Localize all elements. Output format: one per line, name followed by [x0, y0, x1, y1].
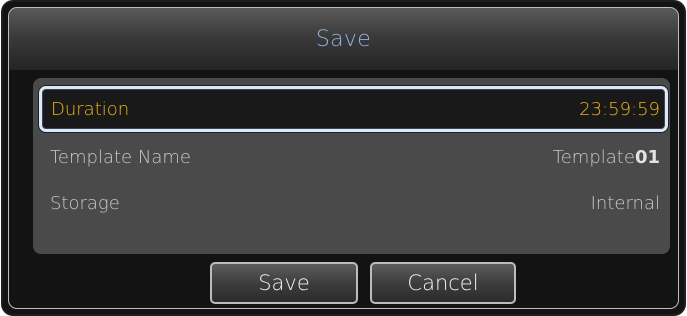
- template-name-value: Template01: [553, 147, 660, 168]
- settings-panel: Duration 23:59:59 Template Name Template…: [33, 78, 670, 254]
- cancel-button[interactable]: Cancel: [370, 262, 516, 304]
- duration-value: 23:59:59: [579, 98, 660, 120]
- duration-row[interactable]: Duration 23:59:59: [39, 86, 668, 132]
- dialog-title: Save: [315, 26, 372, 52]
- template-name-row[interactable]: Template Name Template01: [33, 133, 670, 181]
- dialog-titlebar: Save: [9, 8, 678, 70]
- save-button[interactable]: Save: [210, 262, 358, 304]
- storage-value: Internal: [590, 192, 660, 214]
- save-dialog: Save Duration 23:59:59 Template Name Tem…: [1, 0, 686, 316]
- template-name-label: Template Name: [50, 146, 191, 168]
- template-name-value-number: 01: [634, 146, 660, 168]
- storage-label: Storage: [50, 192, 120, 214]
- duration-label: Duration: [51, 98, 130, 120]
- template-name-value-prefix: Template: [552, 146, 635, 168]
- storage-row[interactable]: Storage Internal: [33, 179, 670, 227]
